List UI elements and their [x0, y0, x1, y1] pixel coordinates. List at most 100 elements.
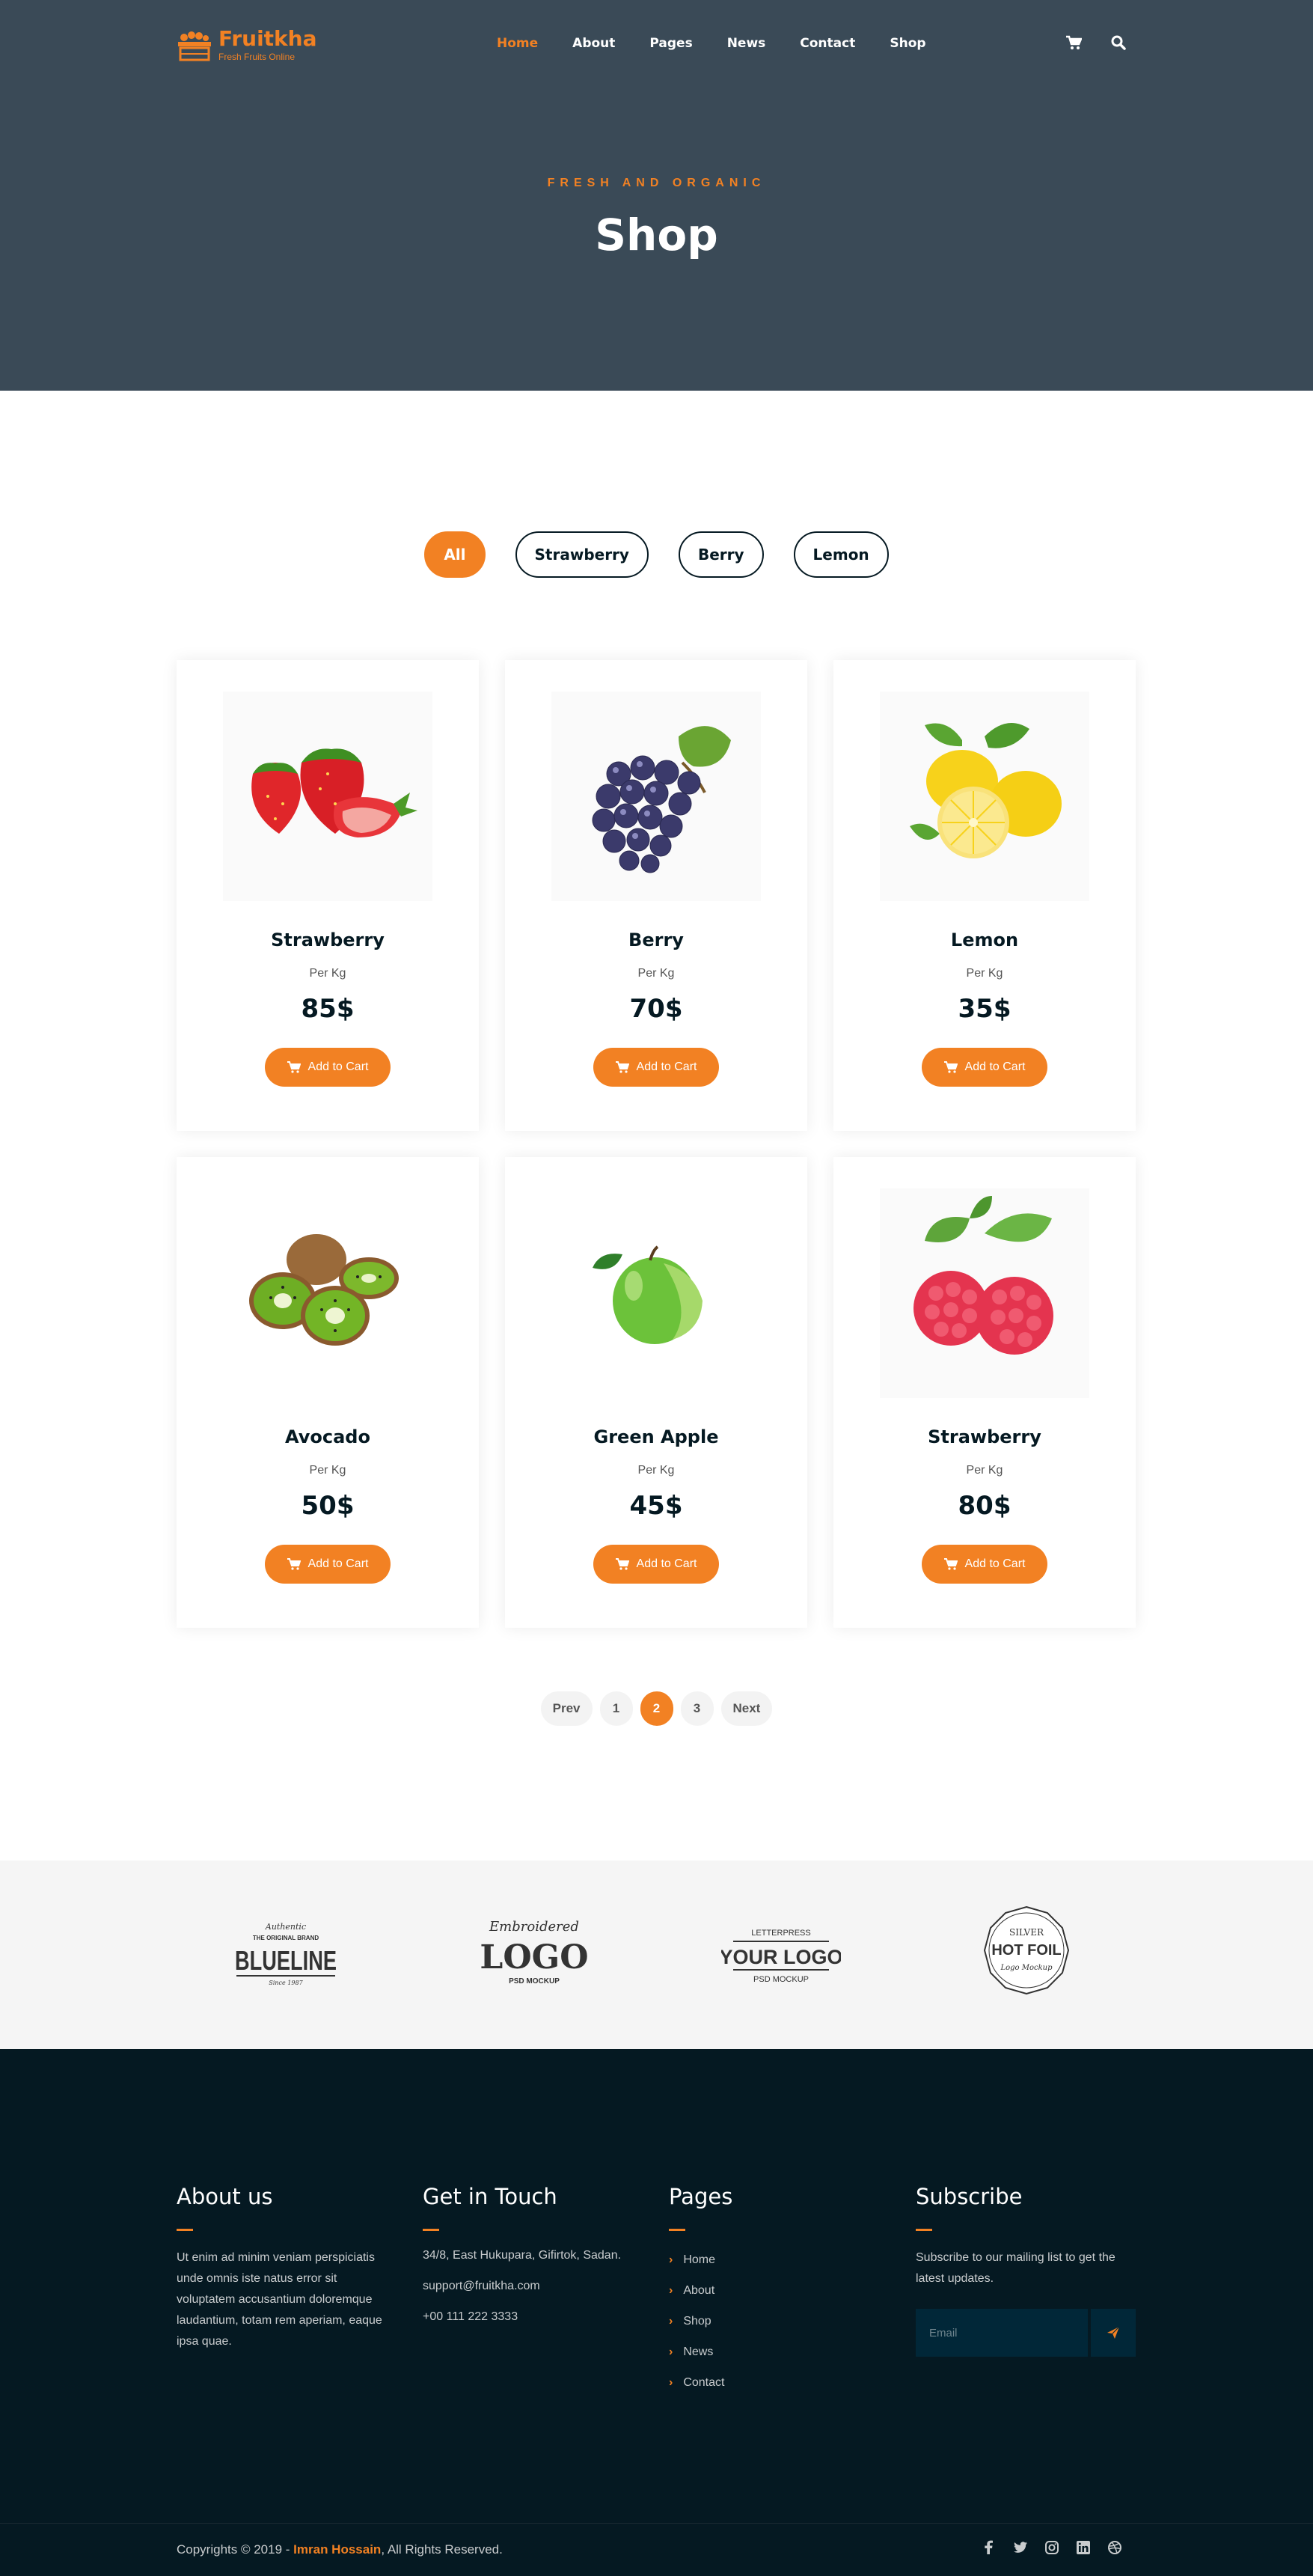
footer-subscribe-text: Subscribe to our mailing list to get the… [916, 2251, 1115, 2285]
chevron-right-icon: › [669, 2345, 673, 2358]
product-name[interactable]: Green Apple [505, 1426, 807, 1447]
subscribe-email-input[interactable] [916, 2309, 1088, 2357]
hero-subtitle: FRESH AND ORGANIC [547, 177, 766, 189]
product-filters: All Strawberry Berry Lemon [0, 531, 1313, 578]
footer-pages-list: › Home › About › Shop › News › Contact [669, 2244, 893, 2398]
product-image-raspberry[interactable] [880, 1188, 1089, 1398]
chevron-right-icon: › [669, 2376, 673, 2389]
pagination-page-1[interactable]: 1 [599, 1691, 633, 1726]
logo-name: Fruitkha [218, 26, 317, 51]
search-icon[interactable] [1110, 34, 1127, 51]
cart-icon [287, 1558, 301, 1570]
add-to-cart-button[interactable]: Add to Cart [922, 1545, 1047, 1584]
footer-email[interactable]: support@fruitkha.com [423, 2271, 647, 2301]
copyright-prefix: Copyrights © 2019 - [177, 2542, 294, 2557]
add-to-cart-button[interactable]: Add to Cart [593, 1048, 719, 1087]
product-name[interactable]: Lemon [833, 930, 1136, 950]
product-card: Berry Per Kg 70$ Add to Cart [505, 660, 807, 1131]
add-to-cart-label: Add to Cart [636, 1060, 697, 1073]
nav-shop[interactable]: Shop [890, 36, 925, 51]
nav-pages[interactable]: Pages [649, 36, 692, 51]
footer-link-label: About [683, 2284, 715, 2297]
add-to-cart-button[interactable]: Add to Cart [922, 1048, 1047, 1087]
pagination-prev[interactable]: Prev [540, 1691, 593, 1726]
cart-icon [943, 1558, 958, 1570]
brand-letterpress-name: YOUR LOGO [721, 1946, 841, 1968]
brand-logo-letterpress: LETTERPRESS YOUR LOGO PSD MOCKUP [721, 1905, 841, 2003]
filter-strawberry[interactable]: Strawberry [515, 531, 649, 578]
product-name[interactable]: Strawberry [833, 1426, 1136, 1447]
instagram-icon[interactable] [1044, 2540, 1059, 2555]
fruit-basket-icon [178, 31, 211, 61]
facebook-icon[interactable] [982, 2540, 997, 2555]
dribbble-icon[interactable] [1107, 2540, 1122, 2555]
site-footer: About us Ut enim ad minim veniam perspic… [0, 2049, 1313, 2576]
brand-letterpress-foot: PSD MOCKUP [753, 1975, 809, 1984]
footer-pages-title: Pages [669, 2184, 733, 2209]
footer-link-contact[interactable]: › Contact [669, 2367, 893, 2398]
pagination-page-3[interactable]: 3 [680, 1691, 714, 1726]
footer-link-label: Home [683, 2253, 716, 2266]
product-image-strawberry[interactable] [223, 692, 432, 901]
footer-contact: Get in Touch 34/8, East Hukupara, Gifirt… [423, 2184, 647, 2332]
footer-about-title: About us [177, 2184, 273, 2209]
product-card: Green Apple Per Kg 45$ Add to Cart [505, 1157, 807, 1628]
footer-subscribe: Subscribe Subscribe to our mailing list … [916, 2184, 1140, 2357]
pagination: Prev 1 2 3 Next [0, 1691, 1313, 1726]
product-image-avocado[interactable] [223, 1188, 432, 1398]
add-to-cart-label: Add to Cart [964, 1557, 1026, 1570]
footer-link-news[interactable]: › News [669, 2337, 893, 2367]
nav-about[interactable]: About [572, 36, 615, 51]
product-name[interactable]: Avocado [177, 1426, 479, 1447]
cart-icon [615, 1558, 629, 1570]
footer-link-shop[interactable]: › Shop [669, 2306, 893, 2337]
subscribe-button[interactable] [1091, 2309, 1136, 2357]
footer-link-about[interactable]: › About [669, 2275, 893, 2306]
copyright-suffix: , All Rights Reserved. [381, 2542, 503, 2557]
chevron-right-icon: › [669, 2284, 673, 2297]
header-icons [1065, 34, 1127, 51]
product-name[interactable]: Strawberry [177, 930, 479, 950]
copyright: Copyrights © 2019 - Imran Hossain, All R… [177, 2542, 503, 2557]
logo-tagline: Fresh Fruits Online [218, 52, 296, 62]
pagination-page-2[interactable]: 2 [640, 1691, 673, 1726]
twitter-icon[interactable] [1013, 2540, 1028, 2555]
brand-letterpress-top: LETTERPRESS [751, 1929, 810, 1938]
brand-embroidered-top: Embroidered [489, 1919, 579, 1935]
product-image-berry[interactable] [551, 692, 761, 901]
social-links [982, 2540, 1122, 2555]
product-name[interactable]: Berry [505, 930, 807, 950]
brand-hotfoil-foot: Logo Mockup [1000, 1964, 1053, 1972]
product-card: Lemon Per Kg 35$ Add to Cart [833, 660, 1136, 1131]
brand-blueline-mid: THE ORIGINAL BRAND [253, 1935, 319, 1941]
add-to-cart-label: Add to Cart [307, 1060, 369, 1073]
copyright-author-link[interactable]: Imran Hossain [293, 2542, 381, 2557]
filter-berry[interactable]: Berry [678, 531, 764, 578]
add-to-cart-button[interactable]: Add to Cart [265, 1048, 391, 1087]
product-image-green-apple[interactable] [551, 1188, 761, 1398]
nav-contact[interactable]: Contact [800, 36, 855, 51]
nav-home[interactable]: Home [497, 36, 538, 51]
shopping-cart-icon[interactable] [1065, 34, 1083, 51]
add-to-cart-button[interactable]: Add to Cart [593, 1545, 719, 1584]
cart-icon [943, 1061, 958, 1073]
chevron-right-icon: › [669, 2253, 673, 2266]
brand-hotfoil-name: HOT FOIL [991, 1942, 1061, 1959]
nav-news[interactable]: News [727, 36, 766, 51]
linkedin-icon[interactable] [1076, 2540, 1091, 2555]
brand-logo-embroidered: Embroidered LOGO PSD MOCKUP [474, 1905, 594, 2003]
footer-link-home[interactable]: › Home [669, 2244, 893, 2275]
filter-lemon[interactable]: Lemon [793, 531, 889, 578]
footer-phone[interactable]: +00 111 222 3333 [423, 2301, 647, 2332]
brand-blueline-foot: Since 1987 [269, 1980, 303, 1986]
brand-logo-blueline: Authentic THE ORIGINAL BRAND BLUELINE Si… [226, 1905, 346, 2003]
add-to-cart-button[interactable]: Add to Cart [265, 1545, 391, 1584]
hero-header: Fruitkha Fresh Fruits Online Home About … [0, 0, 1313, 391]
pagination-next[interactable]: Next [720, 1691, 773, 1726]
filter-all[interactable]: All [424, 531, 486, 578]
site-logo[interactable]: Fruitkha Fresh Fruits Online [177, 28, 317, 61]
footer-contact-title: Get in Touch [423, 2184, 557, 2209]
product-image-lemon[interactable] [880, 692, 1089, 901]
subscribe-form [916, 2309, 1140, 2357]
footer-subscribe-title: Subscribe [916, 2184, 1023, 2209]
